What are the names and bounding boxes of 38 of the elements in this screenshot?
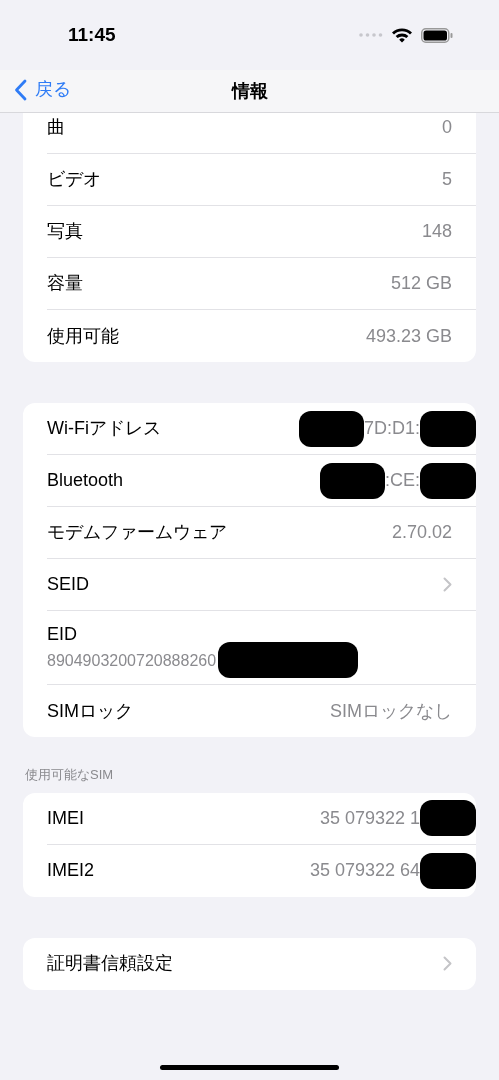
list-row[interactable]: SEID — [47, 559, 476, 611]
row-label: IMEI — [47, 806, 84, 830]
row-value: 493.23 GB — [365, 324, 452, 348]
row-label: EID — [47, 623, 78, 646]
row-value: SIMロックなし — [330, 699, 452, 723]
battery-icon — [421, 27, 453, 43]
screen-title: 情報 — [231, 79, 268, 103]
row-value: 35 079322 1 — [319, 806, 420, 830]
row-value: 512 GB — [390, 272, 452, 295]
chevron-right-icon — [443, 956, 452, 971]
row-label: モデムファームウェア — [47, 521, 227, 544]
chevron-left-icon — [14, 78, 27, 101]
row-label: 曲 — [47, 116, 65, 139]
row-value: :CE: — [385, 469, 420, 492]
row-label: SEID — [47, 573, 89, 596]
status-time: 11:45 — [68, 22, 116, 47]
row-value: 8904903200720888260 — [47, 651, 217, 671]
list-row[interactable]: 証明書信頼設定 — [47, 937, 476, 990]
row-value: 35 079322 64 — [309, 859, 420, 882]
row-label: 証明書信頼設定 — [47, 952, 173, 975]
row-label: ビデオ — [47, 168, 101, 191]
chevron-right-icon — [443, 577, 452, 592]
row-value: 2.70.02 — [391, 521, 452, 544]
signal-icon — [359, 33, 383, 37]
row-value: 0 — [442, 116, 452, 139]
row-value: 5 — [442, 168, 452, 191]
row-label: SIMロック — [47, 699, 133, 723]
row-label: Wi-Fiアドレス — [47, 417, 161, 440]
row-value: 148 — [421, 220, 452, 243]
row-label: 使用可能 — [47, 324, 119, 348]
row-label: 容量 — [47, 272, 83, 295]
wifi-icon — [391, 27, 413, 43]
row-label: Bluetooth — [47, 469, 124, 492]
row-label: 写真 — [47, 220, 83, 243]
row-value: 7D:D1: — [363, 417, 420, 440]
row-label: IMEI2 — [47, 859, 94, 882]
back-button[interactable]: 戻る — [14, 76, 71, 103]
section-header: 使用可能なSIM — [24, 766, 115, 784]
